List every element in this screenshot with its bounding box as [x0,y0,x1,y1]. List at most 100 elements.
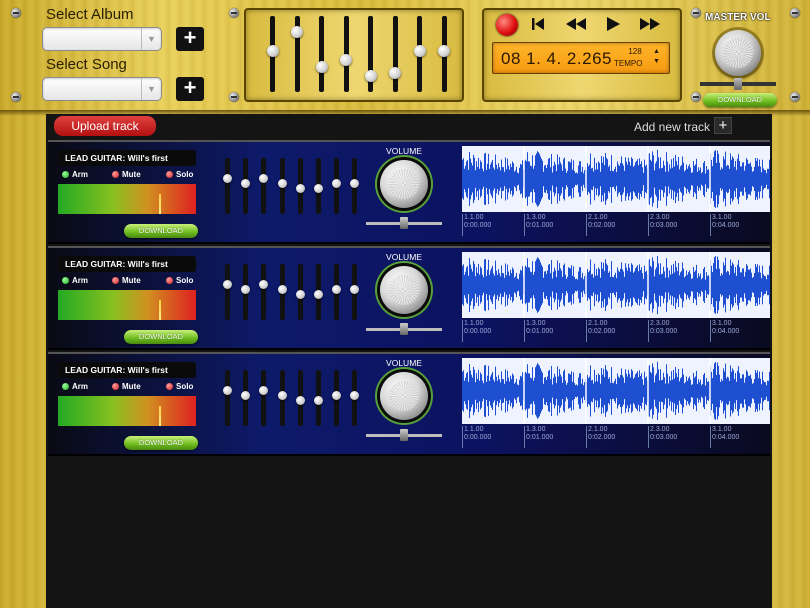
level-meter-peak [159,194,161,214]
eq-slider-handle[interactable] [340,54,352,67]
eq-slider-handle[interactable] [332,179,342,189]
eq-slider-track[interactable] [392,16,398,92]
track-volume-slider-handle[interactable] [400,323,408,335]
eq-slider-handle[interactable] [241,285,251,295]
eq-slider-handle[interactable] [277,285,287,295]
track-download-button[interactable]: DOWNLOAD [124,224,198,238]
mute-toggle[interactable]: Mute [112,382,141,391]
track-download-button[interactable]: DOWNLOAD [124,436,198,450]
eq-slider-handle[interactable] [295,395,305,405]
eq-slider-handle[interactable] [259,386,269,396]
eq-slider-handle[interactable] [259,280,269,290]
add-song-button[interactable]: + [176,77,204,101]
screw-icon [691,8,701,18]
ruler-label: 1.1.00 0:00.000 [464,214,491,230]
eq-slider-handle[interactable] [332,285,342,295]
master-volume-slider-handle[interactable] [734,78,742,90]
track-volume-slider-handle[interactable] [400,429,408,441]
ruler-bar-beat: 1.1.00 [464,426,484,433]
eq-slider-handle[interactable] [223,386,232,396]
eq-slider-handle[interactable] [223,280,232,290]
eq-slider-handle[interactable] [413,44,426,57]
track-download-button[interactable]: DOWNLOAD [124,330,198,344]
ruler-tick [462,320,463,342]
record-icon[interactable] [496,14,518,36]
eq-slider-handle[interactable] [332,391,342,401]
waveform[interactable] [462,252,770,318]
solo-toggle[interactable]: Solo [166,170,193,179]
eq-slider-handle[interactable] [259,174,269,184]
eq-slider-handle[interactable] [389,67,401,80]
eq-slider-handle[interactable] [315,60,328,73]
eq-slider-track[interactable] [225,264,230,320]
add-album-button[interactable]: + [176,27,204,51]
skip-back-icon[interactable] [530,15,546,37]
eq-slider-track[interactable] [225,370,230,426]
eq-slider-handle[interactable] [314,183,323,193]
ruler-label: 1.1.00 0:00.000 [464,320,491,336]
arm-toggle[interactable]: Arm [62,170,88,179]
eq-slider-track[interactable] [261,370,267,426]
solo-toggle[interactable]: Solo [166,276,193,285]
play-icon[interactable] [604,15,622,37]
eq-slider-handle[interactable] [295,289,305,299]
select-album-dropdown[interactable]: ▼ [42,27,162,51]
track-volume-slider-handle[interactable] [400,217,408,229]
track-volume-knob[interactable] [380,160,428,208]
eq-slider-handle[interactable] [314,289,323,299]
mute-label: Mute [122,382,141,391]
eq-slider-handle[interactable] [350,285,360,295]
add-new-track-button[interactable]: + [714,117,732,134]
eq-slider-handle[interactable] [291,25,303,38]
rewind-icon[interactable] [564,15,588,37]
ruler-time: 0:01.000 [526,434,554,441]
upload-track-button[interactable]: Upload track [54,116,156,136]
arm-toggle[interactable]: Arm [62,382,88,391]
eq-slider-track[interactable] [225,158,230,214]
track-volume-knob[interactable] [380,266,428,314]
ruler-bar-beat: 2.3.00 [650,320,670,327]
eq-slider-handle[interactable] [350,391,360,401]
eq-slider-handle[interactable] [295,183,305,193]
ruler-bar-beat: 2.3.00 [650,426,670,433]
track-name: LEAD GUITAR: Will's first [58,150,196,166]
level-meter-peak [159,406,161,426]
eq-slider-handle[interactable] [364,70,377,83]
waveform[interactable] [462,146,770,212]
eq-slider-track[interactable] [261,158,267,214]
timeline-ruler: 1.1.00 0:00.000 1.3.00 0:01.000 2.1.00 0:02.0… [462,214,770,240]
solo-toggle[interactable]: Solo [166,382,193,391]
ruler-tick [648,426,649,448]
mute-toggle[interactable]: Mute [112,276,141,285]
fast-forward-icon[interactable] [638,15,662,37]
eq-slider-track[interactable] [261,264,267,320]
master-volume-knob[interactable] [715,30,761,76]
ruler-tick [462,426,463,448]
waveform[interactable] [462,358,770,424]
timeline-ruler: 1.1.00 0:00.000 1.3.00 0:01.000 2.1.00 0:02.0… [462,320,770,346]
waveform-graphic [462,252,770,318]
eq-slider-handle[interactable] [277,391,287,401]
eq-slider-handle[interactable] [350,179,360,189]
tempo-stepper[interactable]: ▲ ▼ [653,47,660,67]
select-song-dropdown[interactable]: ▼ [42,77,162,101]
track-volume-knob[interactable] [380,372,428,420]
mute-toggle[interactable]: Mute [112,170,141,179]
ruler-tick [710,426,711,448]
ruler-label: 1.3.00 0:01.000 [526,320,553,336]
eq-slider-handle[interactable] [277,179,287,189]
eq-slider-handle[interactable] [438,44,450,57]
eq-slider-handle[interactable] [241,179,251,189]
eq-slider-handle[interactable] [241,391,251,401]
add-new-track-label[interactable]: Add new track [634,120,710,134]
master-download-button[interactable]: DOWNLOAD [703,93,777,107]
top-panel: Select Album ▼ + Select Song ▼ + 08 1. 4… [0,0,810,112]
arm-toggle[interactable]: Arm [62,276,88,285]
ruler-tick [462,214,463,236]
eq-slider-handle[interactable] [223,174,232,184]
ruler-tick [524,214,525,236]
eq-slider-handle[interactable] [266,44,279,57]
eq-slider-track[interactable] [319,16,324,92]
ruler-bar-beat: 1.1.00 [464,214,484,221]
eq-slider-handle[interactable] [314,395,323,405]
